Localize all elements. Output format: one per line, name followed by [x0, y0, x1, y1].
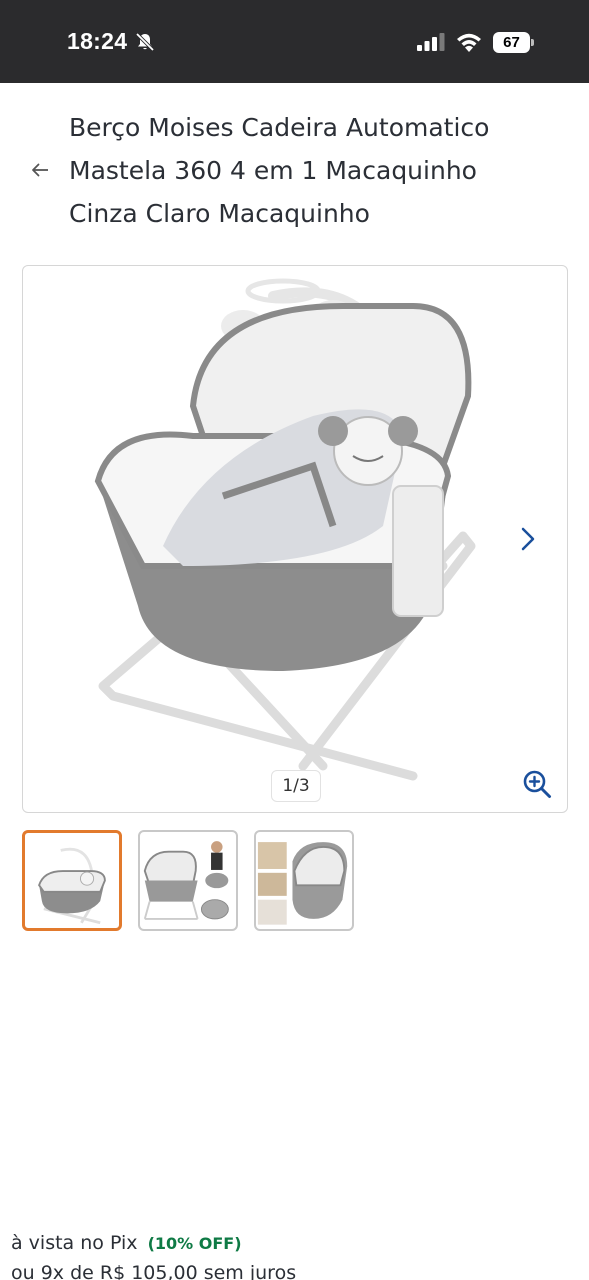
thumbnail-image	[38, 847, 106, 925]
battery-tip	[531, 39, 534, 46]
wifi-icon	[457, 33, 481, 52]
zoom-in-icon[interactable]	[522, 769, 552, 799]
status-time: 18:24	[67, 28, 128, 54]
product-title: Berço Moises Cadeira Automatico Mastela …	[69, 113, 490, 228]
installments-text: ou 9x de R$ 105,00 sem juros	[11, 1262, 297, 1280]
chevron-right-icon	[521, 527, 535, 551]
product-image[interactable]	[83, 266, 503, 786]
cellular-signal-icon	[417, 33, 445, 51]
battery-level: 67	[493, 32, 530, 53]
back-button[interactable]	[26, 156, 54, 184]
pix-discount-badge: (10% OFF)	[147, 1234, 242, 1253]
pix-price: à vista no Pix (10% OFF)	[11, 1232, 242, 1254]
thumbnail-image	[257, 842, 348, 925]
thumbnail-image	[143, 841, 229, 920]
status-bar: 18:24 67	[0, 0, 589, 83]
arrow-left-icon	[32, 163, 48, 177]
thumbnail-2[interactable]	[138, 830, 238, 931]
bell-slash-icon	[135, 32, 155, 52]
thumbnail-1[interactable]	[22, 830, 122, 931]
product-gallery[interactable]: 1/3	[22, 265, 568, 813]
image-counter: 1/3	[271, 770, 321, 802]
battery-icon: 67	[493, 32, 535, 53]
thumbnail-3[interactable]	[254, 830, 354, 931]
next-image-button[interactable]	[513, 524, 543, 554]
pix-label: à vista no Pix	[11, 1232, 138, 1254]
